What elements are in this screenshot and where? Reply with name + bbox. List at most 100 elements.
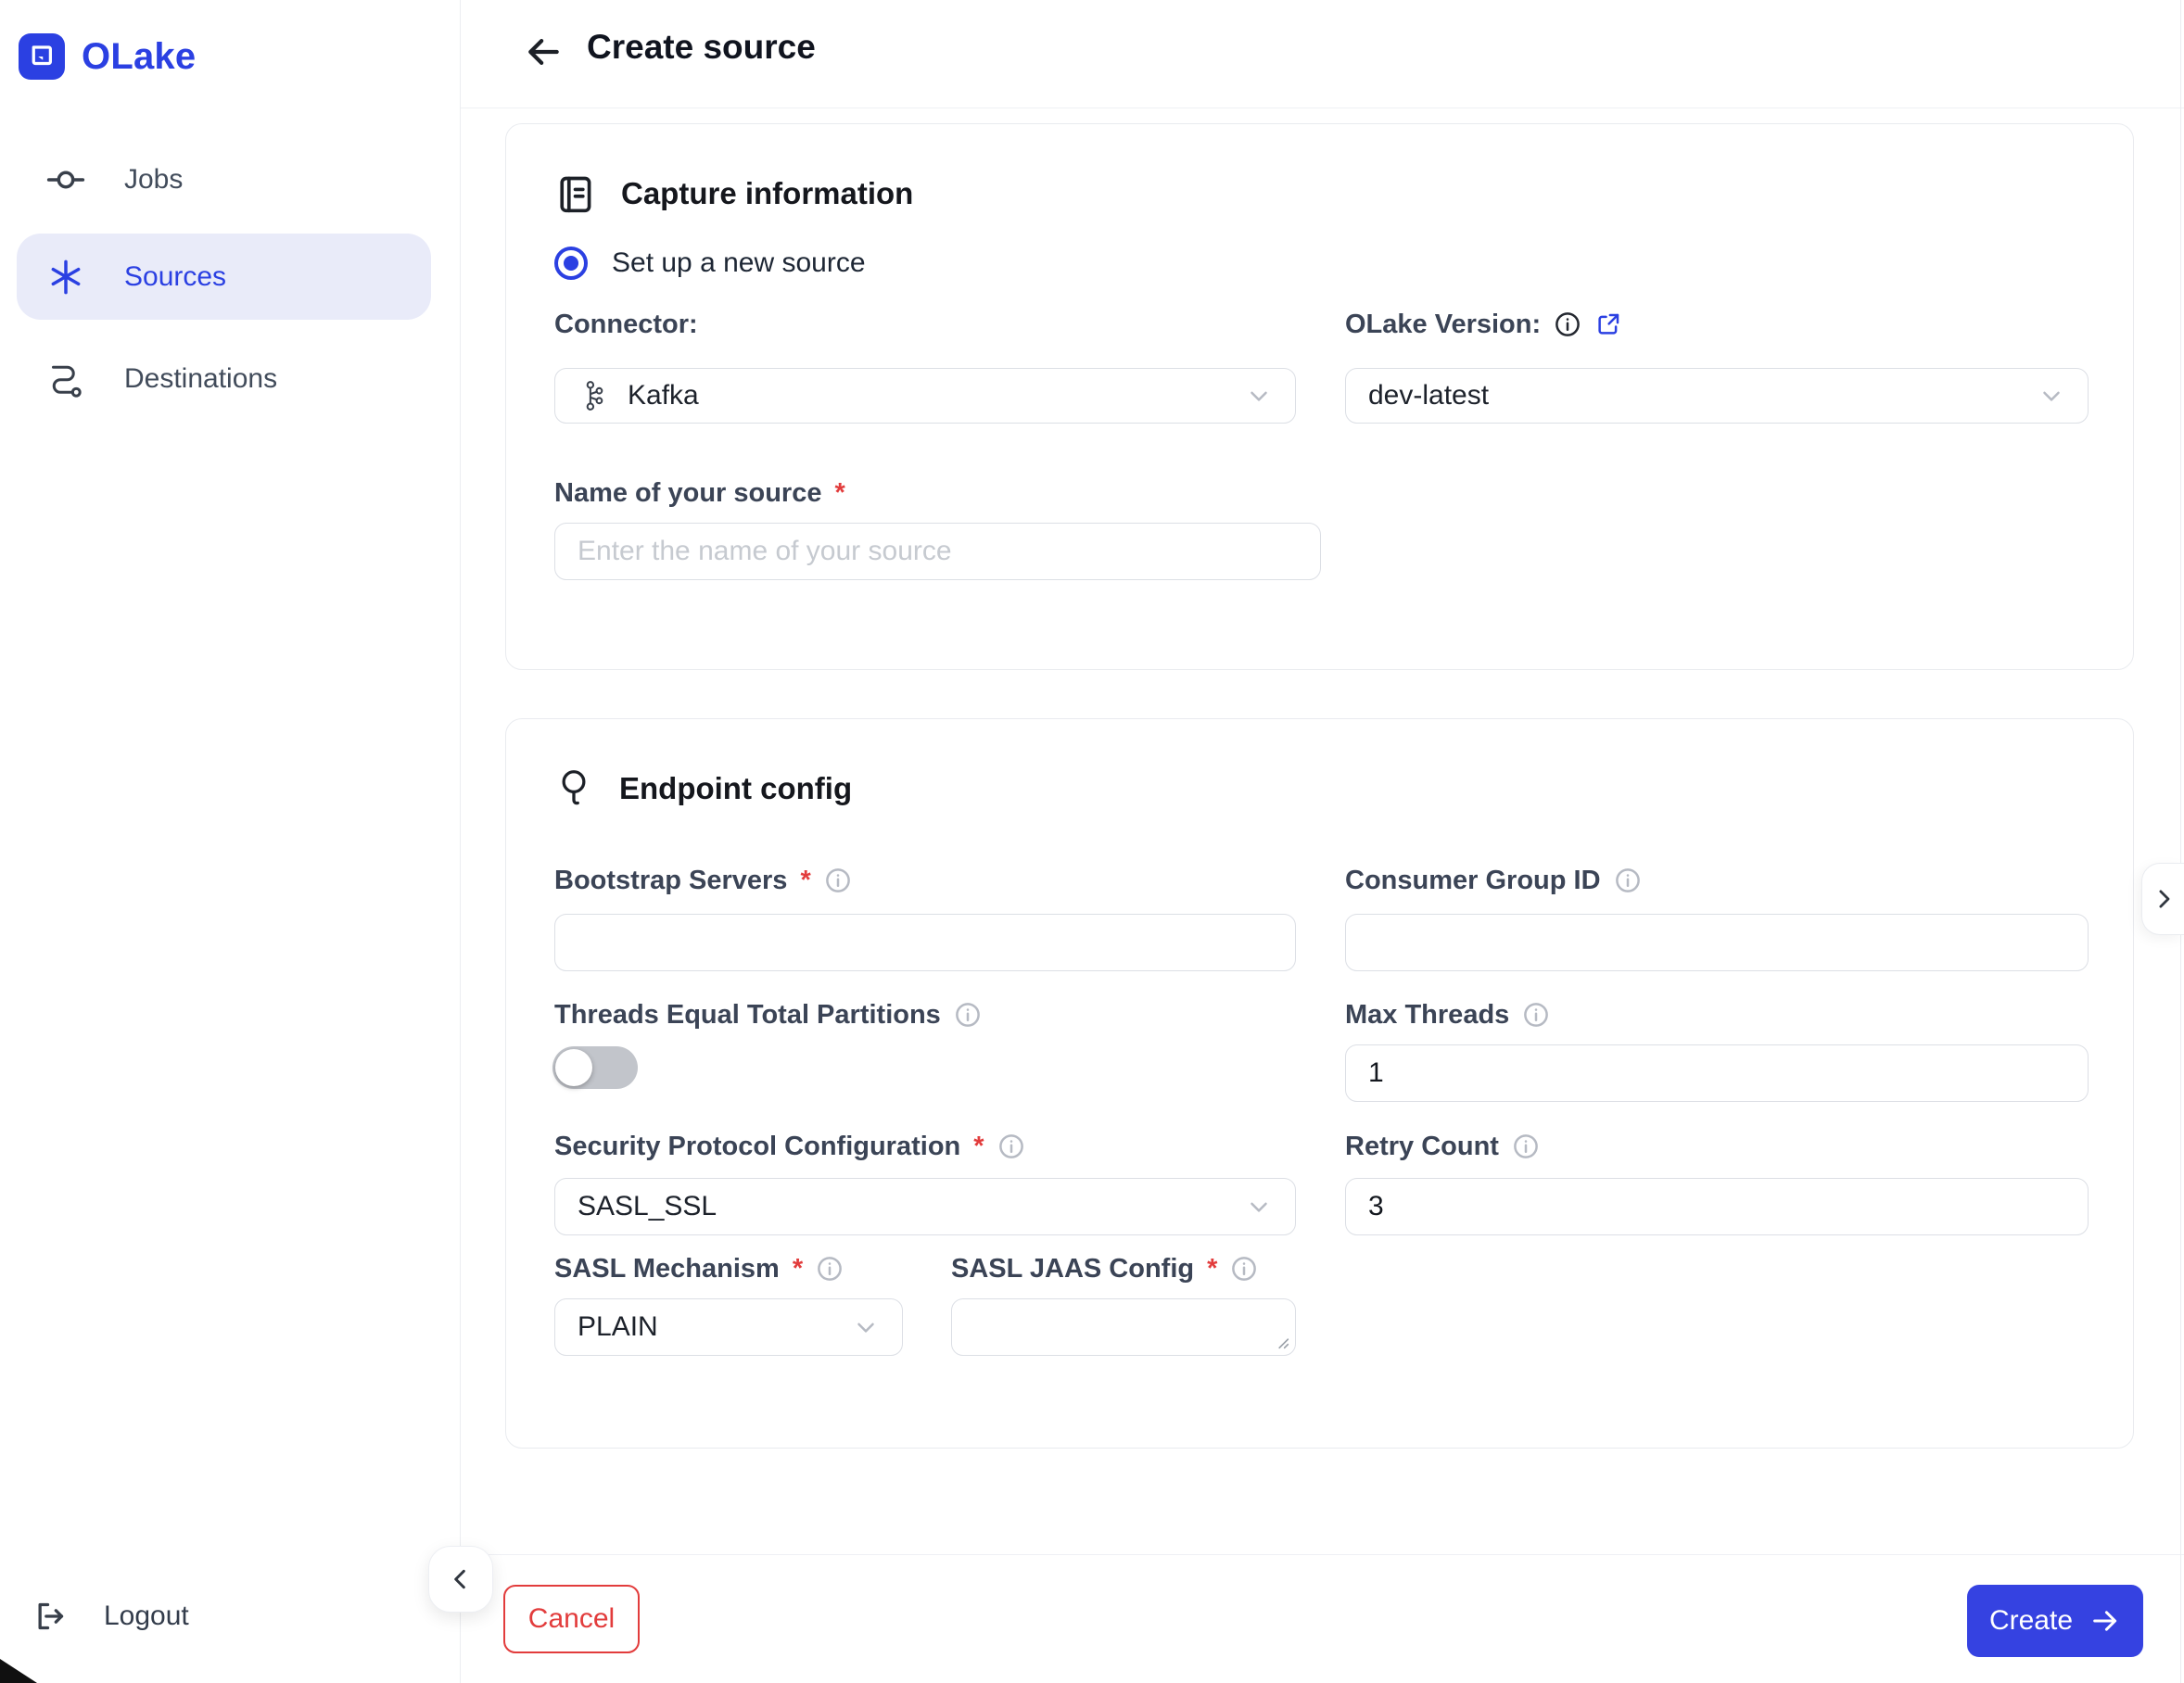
asterisk-icon	[51, 259, 81, 294]
sasl-mechanism-select[interactable]: PLAIN	[554, 1298, 903, 1356]
security-protocol-select[interactable]: SASL_SSL	[554, 1178, 1296, 1235]
resize-handle-icon[interactable]	[1271, 1331, 1291, 1351]
security-protocol-value: SASL_SSL	[578, 1191, 717, 1221]
page-title: Create source	[587, 28, 816, 66]
toggle-knob	[555, 1049, 592, 1086]
olake-version-label-row: OLake Version:	[1345, 306, 1622, 343]
info-icon[interactable]	[1554, 310, 1581, 338]
threads-equal-label-row: Threads Equal Total Partitions	[554, 996, 982, 1033]
info-icon[interactable]	[1522, 1001, 1550, 1029]
radio-label: Set up a new source	[612, 247, 866, 278]
route-icon	[52, 365, 82, 398]
connector-label-row: Connector:	[554, 306, 698, 343]
balloon-pin-icon	[562, 770, 586, 805]
consumer-group-id-label: Consumer Group ID	[1345, 865, 1601, 895]
external-link-icon[interactable]	[1594, 310, 1622, 338]
required-marker: *	[800, 865, 811, 895]
endpoint-card-title-row: Endpoint config	[554, 764, 852, 814]
sidebar-item-label: Destinations	[124, 362, 278, 394]
arrow-right-icon	[2093, 1611, 2117, 1631]
info-icon[interactable]	[997, 1133, 1025, 1160]
kafka-logo-icon	[586, 381, 603, 411]
consumer-group-id-label-row: Consumer Group ID	[1345, 862, 1642, 899]
logout-button[interactable]: Logout	[32, 1577, 189, 1655]
cancel-button[interactable]: Cancel	[503, 1585, 640, 1653]
journal-icon	[560, 176, 591, 213]
sidebar-item-destinations[interactable]: Destinations	[17, 335, 431, 422]
security-protocol-label-row: Security Protocol Configuration *	[554, 1128, 1025, 1165]
consumer-group-id-input[interactable]	[1345, 914, 2089, 971]
connector-value: Kafka	[628, 380, 699, 411]
sasl-mechanism-value: PLAIN	[578, 1311, 658, 1342]
source-name-label: Name of your source	[554, 477, 822, 508]
info-icon[interactable]	[1614, 867, 1642, 894]
brand-logo[interactable]: OLake	[19, 31, 196, 82]
logout-icon	[38, 1602, 64, 1630]
create-button[interactable]: Create	[1967, 1585, 2143, 1657]
source-name-label-row: Name of your source *	[554, 475, 845, 512]
info-icon[interactable]	[1230, 1255, 1258, 1283]
info-icon[interactable]	[816, 1255, 844, 1283]
bootstrap-servers-label-row: Bootstrap Servers *	[554, 862, 852, 899]
back-button[interactable]	[519, 28, 567, 76]
connector-label: Connector:	[554, 309, 698, 339]
olake-logo-icon	[19, 33, 65, 80]
right-drawer-edge	[2179, 0, 2181, 1683]
sidebar-collapse-button[interactable]	[428, 1546, 493, 1613]
bootstrap-servers-input[interactable]	[554, 914, 1296, 971]
sasl-jaas-label-row: SASL JAAS Config *	[951, 1250, 1258, 1287]
sidebar-item-sources[interactable]: Sources	[17, 234, 431, 320]
info-icon[interactable]	[954, 1001, 982, 1029]
required-marker: *	[1207, 1253, 1218, 1284]
app-window: OLake Jobs Sources Destinations Logout C…	[0, 0, 2184, 1683]
setup-new-source-radio[interactable]: Set up a new source	[554, 247, 866, 280]
right-drawer-toggle[interactable]	[2141, 863, 2184, 935]
capture-information-card: Capture information Set up a new source …	[505, 123, 2134, 670]
threads-equal-label: Threads Equal Total Partitions	[554, 999, 941, 1030]
required-marker: *	[834, 477, 845, 508]
required-marker: *	[792, 1253, 804, 1284]
sasl-jaas-label: SASL JAAS Config	[951, 1253, 1195, 1284]
connector-select[interactable]: Kafka	[554, 368, 1296, 424]
required-marker: *	[973, 1131, 984, 1161]
bootstrap-servers-label: Bootstrap Servers	[554, 865, 788, 895]
source-name-input[interactable]	[554, 523, 1321, 580]
threads-equal-toggle[interactable]	[552, 1046, 638, 1089]
info-icon[interactable]	[1512, 1133, 1540, 1160]
sidebar: OLake Jobs Sources Destinations Logout	[0, 0, 461, 1683]
olake-version-value: dev-latest	[1368, 380, 1490, 411]
git-commit-icon	[46, 171, 85, 188]
brand-name: OLake	[82, 35, 197, 77]
chevron-down-icon	[1251, 391, 1267, 401]
radio-icon	[554, 247, 588, 280]
chevron-down-icon	[857, 1322, 874, 1333]
retry-count-label: Retry Count	[1345, 1131, 1499, 1161]
info-icon[interactable]	[824, 867, 852, 894]
endpoint-config-card: Endpoint config Bootstrap Servers * Cons…	[505, 718, 2134, 1449]
sidebar-item-label: Sources	[124, 260, 227, 292]
chevron-right-icon	[2159, 890, 2169, 908]
sasl-jaas-textarea[interactable]	[951, 1298, 1296, 1356]
max-threads-label-row: Max Threads	[1345, 996, 1550, 1033]
arrow-left-icon	[528, 38, 559, 66]
olake-version-select[interactable]: dev-latest	[1345, 368, 2089, 424]
capture-card-title: Capture information	[621, 176, 914, 210]
max-threads-label: Max Threads	[1345, 999, 1510, 1030]
cursor-artifact	[0, 1659, 37, 1683]
logout-label: Logout	[104, 1601, 189, 1631]
sasl-mechanism-label: SASL Mechanism	[554, 1253, 780, 1284]
cancel-label: Cancel	[527, 1603, 616, 1634]
max-threads-input[interactable]	[1345, 1044, 2089, 1102]
sidebar-item-jobs[interactable]: Jobs	[17, 136, 431, 222]
chevron-down-icon	[2043, 391, 2060, 401]
sidebar-item-label: Jobs	[124, 163, 184, 195]
endpoint-card-title: Endpoint config	[619, 771, 853, 805]
olake-version-label: OLake Version:	[1345, 309, 1542, 339]
form-footer	[461, 1554, 2184, 1683]
retry-count-input[interactable]	[1345, 1178, 2089, 1235]
capture-card-title-row: Capture information	[554, 169, 913, 219]
create-label: Create	[1988, 1605, 2074, 1636]
chevron-down-icon	[1251, 1202, 1267, 1212]
chevron-left-icon	[454, 1569, 465, 1589]
security-protocol-label: Security Protocol Configuration	[554, 1131, 961, 1161]
